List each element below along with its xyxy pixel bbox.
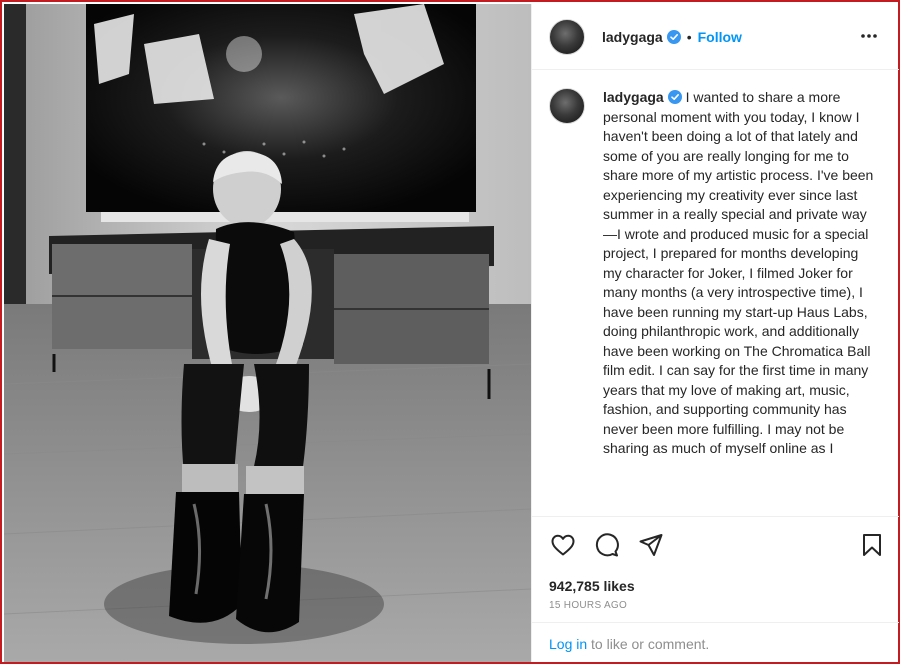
- heart-icon[interactable]: [550, 532, 576, 558]
- verified-badge-icon: [667, 90, 682, 104]
- post-side-panel: ladygaga • Follow ladygaga I wanted to s…: [531, 4, 899, 662]
- post-image: [4, 4, 531, 662]
- likes-count[interactable]: 942,785 likes: [549, 578, 635, 594]
- caption-username[interactable]: ladygaga: [603, 89, 664, 105]
- avatar[interactable]: [549, 18, 585, 55]
- caption-avatar[interactable]: [549, 88, 585, 124]
- login-suffix: to like or comment.: [587, 636, 710, 652]
- bookmark-icon[interactable]: [859, 532, 885, 558]
- action-bar: [532, 516, 899, 578]
- login-prompt: Log in to like or comment.: [532, 622, 899, 662]
- verified-badge-icon: [666, 29, 681, 44]
- caption-text: ladygaga I wanted to share a more person…: [603, 88, 877, 459]
- caption-row: ladygaga I wanted to share a more person…: [549, 88, 883, 459]
- window-frame: ladygaga • Follow ladygaga I wanted to s…: [0, 0, 900, 664]
- share-icon[interactable]: [638, 532, 664, 558]
- caption-body: I wanted to share a more personal moment…: [603, 89, 874, 456]
- separator-dot: •: [686, 28, 692, 45]
- more-options-icon[interactable]: [859, 28, 879, 44]
- post-photo[interactable]: [4, 4, 531, 662]
- caption-section: ladygaga I wanted to share a more person…: [532, 70, 899, 516]
- follow-button[interactable]: Follow: [698, 29, 742, 45]
- post-timestamp[interactable]: 15 HOURS AGO: [549, 600, 627, 611]
- post-header: ladygaga • Follow: [532, 4, 899, 70]
- comment-icon[interactable]: [594, 532, 620, 558]
- header-username[interactable]: ladygaga: [602, 29, 663, 45]
- login-link[interactable]: Log in: [549, 636, 587, 652]
